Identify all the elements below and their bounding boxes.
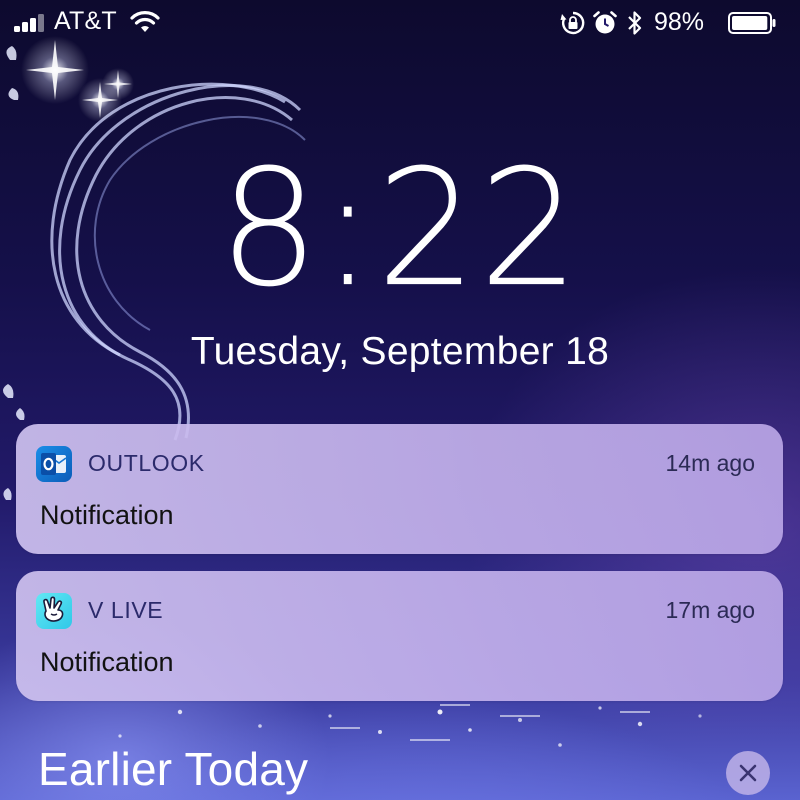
battery-icon	[728, 12, 776, 34]
close-icon	[739, 764, 757, 782]
carrier-name: AT&T	[54, 7, 117, 35]
notification-body: Notification	[40, 647, 174, 677]
battery-percentage: 98%	[654, 8, 705, 36]
notification-app-name: V LIVE	[88, 597, 164, 623]
notification-time: 14m ago	[665, 450, 755, 476]
notification-time: 17m ago	[665, 597, 755, 623]
alarm-icon	[593, 11, 617, 34]
notification-app-name: OUTLOOK	[88, 450, 205, 476]
wifi-icon	[130, 11, 160, 32]
orientation-lock-icon	[560, 11, 585, 35]
signal-icon	[14, 14, 48, 32]
outlook-icon	[36, 446, 72, 482]
lock-screen-date: Tuesday, September 18	[190, 330, 610, 373]
clear-notifications-button[interactable]	[726, 751, 770, 795]
status-bar: AT&T 98%	[0, 0, 800, 46]
notification-body: Notification	[40, 500, 174, 530]
notification-vlive[interactable]: V LIVE 17m ago Notification	[16, 571, 783, 701]
earlier-today-header: Earlier Today	[38, 743, 309, 795]
bluetooth-icon	[628, 11, 642, 35]
notification-outlook[interactable]: OUTLOOK 14m ago Notification	[16, 424, 783, 554]
vlive-icon	[36, 593, 72, 629]
lock-screen-time: 8:22	[218, 135, 582, 323]
